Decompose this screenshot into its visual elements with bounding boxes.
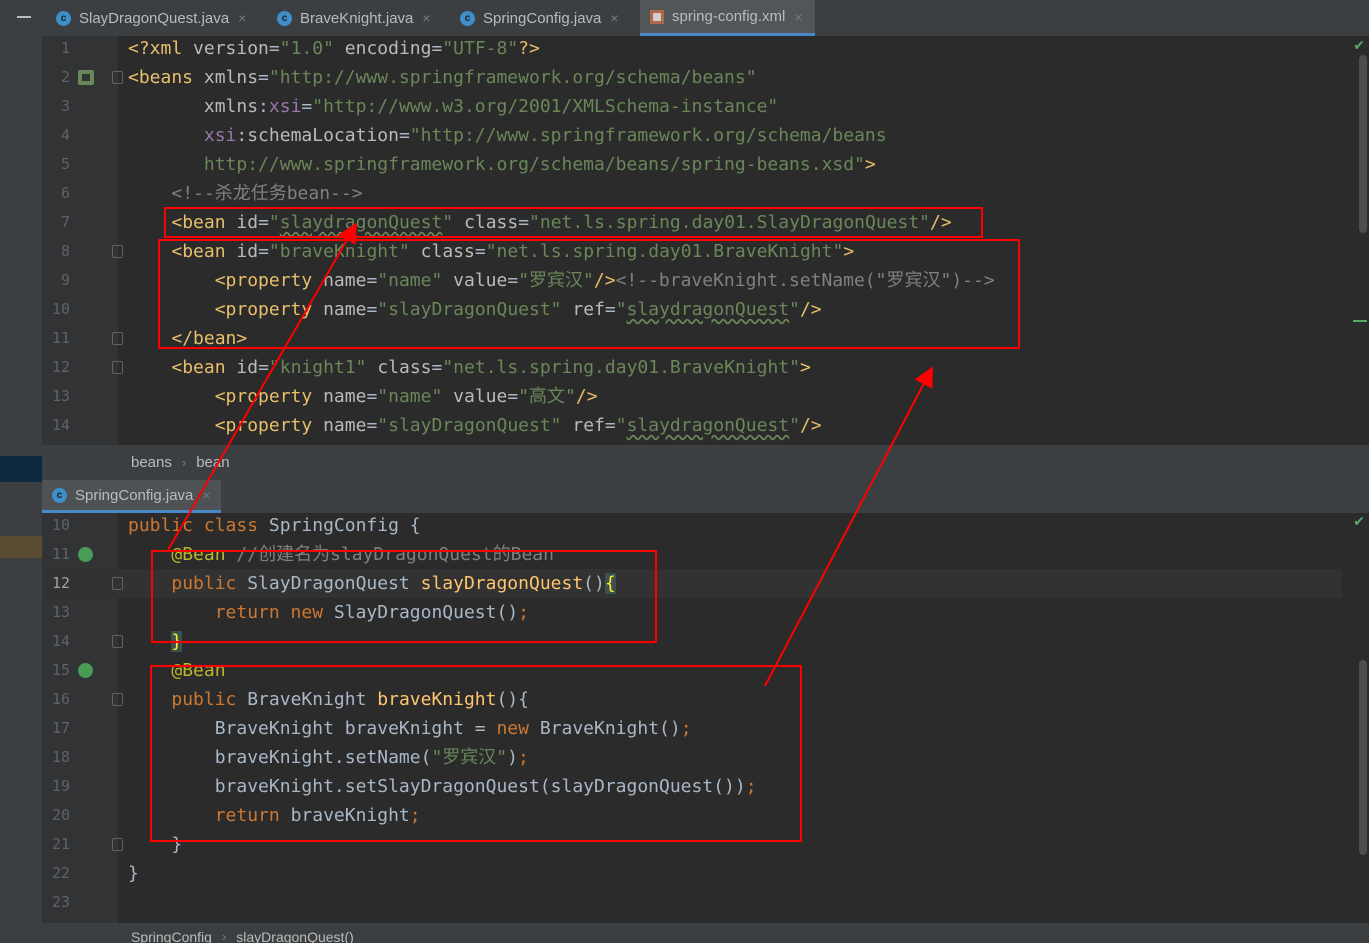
arrow-method-to-xml-bean — [167, 222, 357, 551]
arrow-method-to-xml-braveknight — [764, 366, 933, 687]
annotation-arrows — [167, 222, 933, 687]
